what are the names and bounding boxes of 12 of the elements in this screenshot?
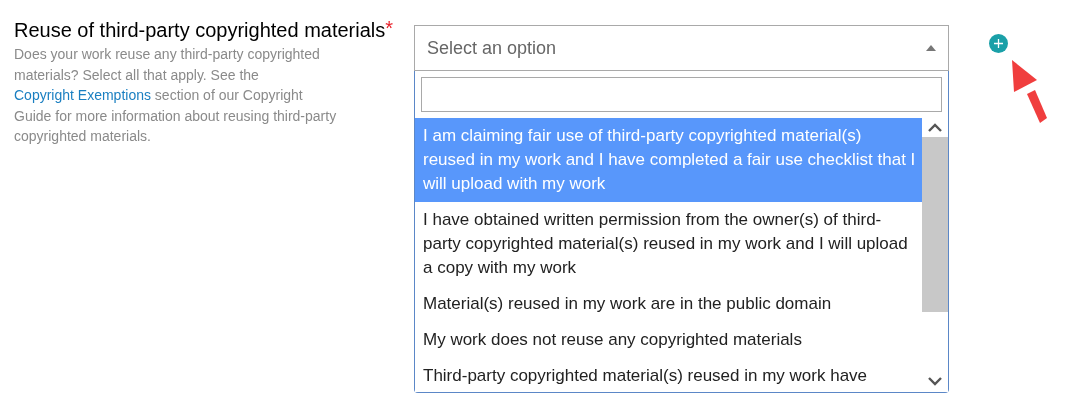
caret-icon xyxy=(926,45,936,51)
scroll-up-icon[interactable] xyxy=(928,123,942,132)
arrow-annotation xyxy=(1009,60,1049,126)
select-field[interactable]: Select an option xyxy=(414,25,949,71)
help-text: Does your work reuse any third-party copyrighted materials? Select all that apply. See the Copyright Exemptions section of our Copyright Guide for more information about reusing third-party copyrighted materials. xyxy=(14,45,338,146)
add-icon[interactable] xyxy=(989,34,1008,53)
copyright-exemptions-link[interactable]: Copyright Exemptions xyxy=(14,87,151,103)
search-field[interactable] xyxy=(421,77,942,112)
required-mark: * xyxy=(385,17,394,39)
field-label: Reuse of third-party copyrighted materials xyxy=(14,18,386,43)
scrollbar-thumb[interactable] xyxy=(922,137,948,312)
scroll-down-icon[interactable] xyxy=(928,377,942,386)
